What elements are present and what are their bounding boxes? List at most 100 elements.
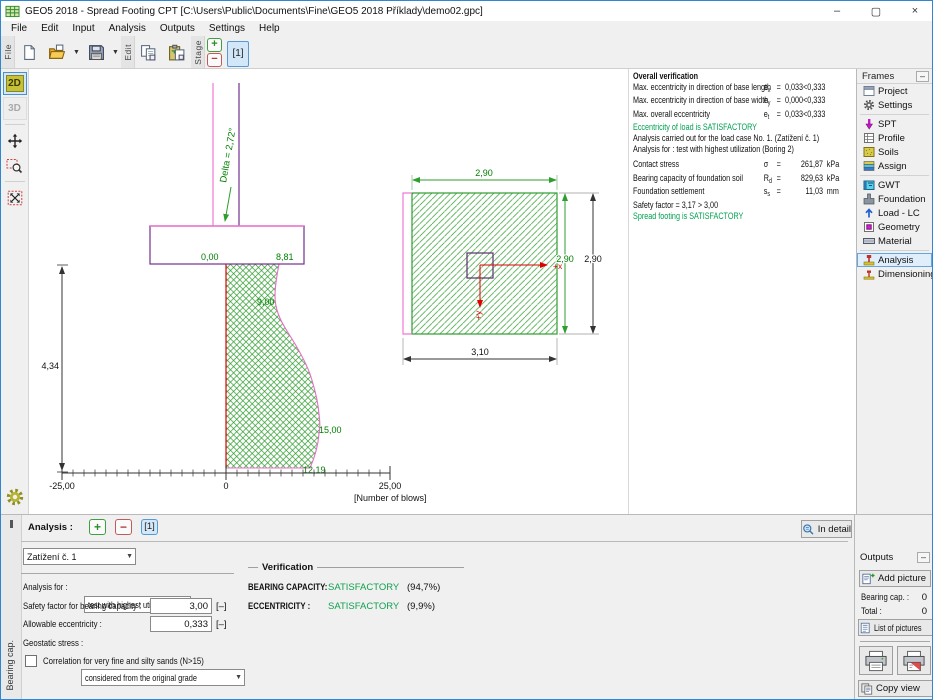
plan-dim-bottom: 3,10 — [471, 347, 489, 357]
in-detail-button[interactable]: In detail — [801, 520, 852, 538]
copy-view-button[interactable]: Copy view — [858, 680, 933, 697]
minimize-button[interactable]: – — [820, 1, 854, 21]
zoom-fit-icon — [7, 190, 23, 206]
eccentricity-label: ECCENTRICITY : — [248, 601, 310, 612]
add-analysis-button[interactable]: + — [89, 519, 106, 535]
close-button[interactable]: × — [898, 1, 932, 21]
divider — [860, 175, 929, 176]
paste-icon — [168, 44, 186, 61]
menu-outputs[interactable]: Outputs — [153, 22, 202, 35]
analysis-bottom-panel: Bearing cap. Analysis : + − [1] In detai… — [1, 514, 932, 699]
menu-analysis[interactable]: Analysis — [102, 22, 153, 35]
remove-analysis-button[interactable]: − — [115, 519, 132, 535]
bearing-capacity-percent: (94,7%) — [407, 582, 440, 593]
open-file-button[interactable] — [43, 36, 71, 68]
toolbar-group-edit: Edit — [121, 36, 135, 68]
maximize-button[interactable]: ▢ — [859, 1, 893, 21]
panel-grip[interactable] — [10, 520, 13, 528]
view-2d-button[interactable]: 2D — [3, 72, 27, 95]
paste-button[interactable] — [163, 36, 191, 68]
zoom-window-button[interactable] — [3, 154, 27, 177]
material-icon — [862, 235, 875, 247]
zoom-fit-button[interactable] — [3, 186, 27, 209]
remove-stage-button[interactable]: − — [207, 53, 222, 67]
frames-header: Frames – — [857, 69, 932, 84]
printer-icon — [864, 650, 888, 672]
axis-caption: [Number of blows] — [354, 493, 427, 503]
soils-icon — [862, 146, 875, 158]
bearing-cap-tab[interactable]: Bearing cap. — [1, 515, 22, 699]
frames-item-soils[interactable]: Soils — [857, 145, 932, 159]
frames-item-settings[interactable]: Settings — [857, 98, 932, 112]
new-file-button[interactable] — [15, 36, 43, 68]
outputs-minimize-button[interactable]: – — [917, 552, 930, 563]
allowable-eccentricity-label: Allowable eccentricity : — [23, 619, 102, 630]
frames-minimize-button[interactable]: – — [916, 71, 929, 82]
allowable-eccentricity-input[interactable]: 0,333 — [150, 616, 212, 632]
dimensioning-icon — [862, 268, 875, 280]
add-picture-icon — [862, 572, 875, 585]
frames-item-analysis[interactable]: Analysis — [857, 253, 932, 267]
axis-zero-label: 0 — [223, 481, 228, 491]
open-folder-icon — [48, 44, 66, 61]
drawing-canvas[interactable]: Delta = 2,72° 0,00 8,81 9,00 15,00 12,19… — [29, 69, 856, 514]
open-dropdown-arrow[interactable]: ▼ — [71, 36, 82, 68]
menu-input[interactable]: Input — [65, 22, 101, 35]
verification-group-header: Verification — [248, 562, 464, 573]
axis-min-label: -25,00 — [49, 481, 75, 491]
frames-item-foundation[interactable]: Foundation — [857, 192, 932, 206]
geostatic-stress-select[interactable]: considered from the original grade ▼ — [81, 669, 245, 686]
footing-status: Spread footing is SATISFACTORY — [633, 212, 855, 223]
analysis-title: Analysis : — [28, 522, 73, 533]
print-button[interactable] — [859, 646, 893, 675]
frames-item-dimensioning[interactable]: Dimensioning — [857, 267, 932, 281]
chevron-down-icon: ▼ — [126, 549, 133, 564]
plan-dim-top: 2,90 — [475, 168, 493, 178]
load-case-select[interactable]: Zatížení č. 1 ▼ — [23, 548, 136, 565]
footing-plan-view: 2,90 2,90 2,90 3,10 +x — [403, 168, 602, 365]
copy-button[interactable] — [135, 36, 163, 68]
frames-item-assign[interactable]: Assign — [857, 159, 932, 173]
divider — [860, 641, 930, 642]
frames-item-project[interactable]: Project — [857, 84, 932, 98]
add-stage-button[interactable]: + — [207, 38, 222, 52]
depth-dim-label: 4,34 — [41, 361, 59, 371]
titlebar: GEO5 2018 - Spread Footing CPT [C:\Users… — [1, 1, 932, 21]
bearing-cap-count-value: 0 — [922, 592, 927, 603]
menu-help[interactable]: Help — [252, 22, 287, 35]
pan-tool-button[interactable] — [3, 129, 27, 152]
eccentricity-percent: (9,9%) — [407, 601, 435, 612]
list-of-pictures-button[interactable]: List of pictures — [858, 619, 933, 636]
safety-factor-input[interactable]: 3,00 — [150, 598, 212, 614]
save-button[interactable] — [82, 36, 110, 68]
plan-dim-outer: 2,90 — [584, 254, 602, 264]
frames-panel: Frames – Project Settings SPT Profile — [856, 69, 932, 514]
menu-edit[interactable]: Edit — [34, 22, 65, 35]
frames-item-material[interactable]: Material — [857, 234, 932, 248]
report-row: Max. eccentricity in direction of base l… — [633, 83, 855, 97]
main-area: 2D 3D — [1, 69, 932, 514]
frames-item-geometry[interactable]: Geometry — [857, 220, 932, 234]
view-3d-button[interactable]: 3D — [3, 97, 27, 120]
depth-dimension: 4,34 — [41, 265, 68, 472]
assign-layers-icon — [862, 160, 875, 172]
spt-label-top: 8,81 — [276, 252, 294, 262]
add-picture-button[interactable]: Add picture — [859, 570, 931, 587]
analysis-number-button[interactable]: [1] — [141, 519, 158, 535]
correlation-checkbox[interactable] — [25, 655, 37, 667]
drawing-settings-button[interactable] — [3, 485, 27, 508]
print-selection-button[interactable] — [897, 646, 931, 675]
frames-item-spt[interactable]: SPT — [857, 117, 932, 131]
spt-blow-count-area — [226, 264, 320, 468]
frames-item-gwt[interactable]: GWT — [857, 178, 932, 192]
save-dropdown-arrow[interactable]: ▼ — [110, 36, 121, 68]
menu-file[interactable]: File — [4, 22, 34, 35]
menu-settings[interactable]: Settings — [202, 22, 252, 35]
frames-item-profile[interactable]: Profile — [857, 131, 932, 145]
divider — [21, 541, 848, 542]
stage-1-button[interactable]: [1] — [227, 41, 249, 67]
divider — [21, 573, 234, 574]
geostatic-stress-label: Geostatic stress : — [23, 638, 83, 649]
spt-label-bulge: 15,00 — [319, 425, 342, 435]
frames-item-load-lc[interactable]: Load - LC — [857, 206, 932, 220]
